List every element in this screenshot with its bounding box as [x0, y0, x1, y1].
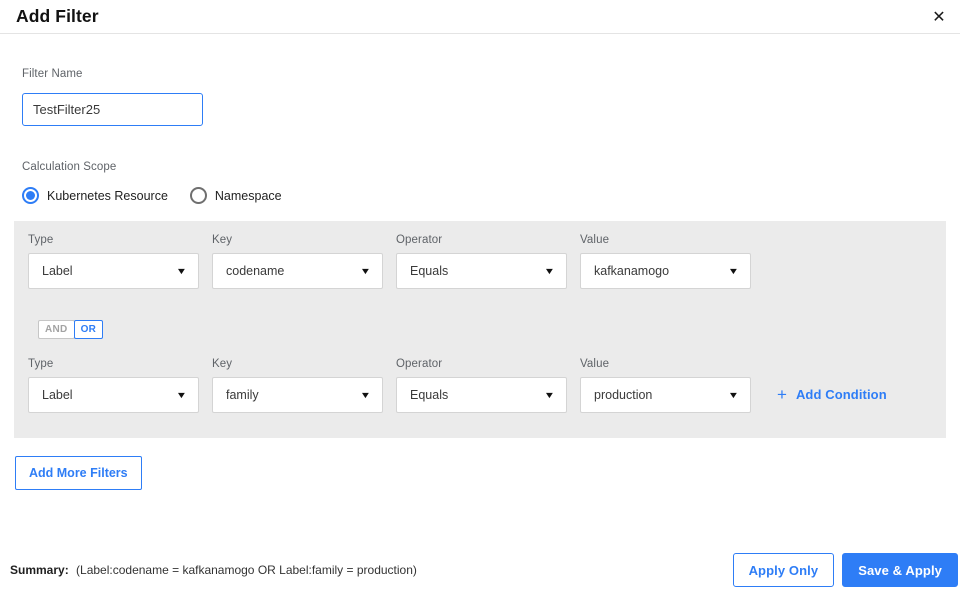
calculation-scope-section: Calculation Scope Kubernetes Resource Na…	[22, 157, 960, 204]
logic-and-button[interactable]: AND	[38, 320, 75, 339]
radio-namespace[interactable]: Namespace	[189, 187, 282, 204]
value-select-row2[interactable]: production ▼	[580, 377, 751, 413]
operator-label: Operator	[396, 358, 443, 370]
save-and-apply-button[interactable]: Save & Apply	[842, 553, 958, 587]
conditions-panel: Type Label ▼ Key codename ▼ Operator Equ…	[14, 221, 946, 438]
add-condition-button[interactable]: + Add Condition	[777, 386, 887, 403]
select-value: Label	[42, 264, 73, 278]
close-button[interactable]: ✕	[926, 4, 952, 30]
condition-field-type: Type Label ▼	[28, 354, 199, 413]
condition-field-type: Type Label ▼	[28, 230, 199, 289]
radio-label: Namespace	[214, 188, 282, 203]
radio-selected-icon	[22, 187, 39, 204]
select-value: Equals	[410, 388, 449, 402]
condition-row-1: Type Label ▼ Key codename ▼ Operator Equ…	[28, 230, 932, 289]
key-label: Key	[212, 234, 233, 246]
value-label: Value	[580, 234, 610, 246]
calculation-scope-label: Calculation Scope	[22, 161, 117, 173]
logic-or-button[interactable]: OR	[73, 320, 104, 339]
condition-field-operator: Operator Equals ▼	[396, 230, 567, 289]
condition-field-key: Key family ▼	[212, 354, 383, 413]
radio-label: Kubernetes Resource	[47, 188, 168, 203]
condition-field-key: Key codename ▼	[212, 230, 383, 289]
chevron-down-icon: ▼	[175, 266, 188, 276]
key-select-row1[interactable]: codename ▼	[212, 253, 383, 289]
apply-only-button[interactable]: Apply Only	[732, 553, 835, 587]
chevron-down-icon: ▼	[359, 390, 372, 400]
radio-kubernetes-resource[interactable]: Kubernetes Resource	[22, 187, 168, 204]
close-icon: ✕	[932, 9, 946, 26]
add-more-filters-button[interactable]: Add More Filters	[15, 456, 142, 490]
summary-label: Summary:	[10, 563, 69, 577]
value-label: Value	[580, 358, 610, 370]
type-label: Type	[28, 358, 54, 370]
condition-field-value: Value kafkanamogo ▼	[580, 230, 751, 289]
dialog-header: Add Filter ✕	[0, 0, 960, 34]
select-value: production	[594, 388, 653, 402]
type-select-row2[interactable]: Label ▼	[28, 377, 199, 413]
dialog-footer: Summary: (Label:codename = kafkanamogo O…	[0, 553, 960, 595]
summary: Summary: (Label:codename = kafkanamogo O…	[10, 563, 417, 577]
filter-name-input[interactable]	[22, 93, 203, 126]
key-select-row2[interactable]: family ▼	[212, 377, 383, 413]
chevron-down-icon: ▼	[175, 390, 188, 400]
chevron-down-icon: ▼	[359, 266, 372, 276]
value-select-row1[interactable]: kafkanamogo ▼	[580, 253, 751, 289]
select-value: Label	[42, 388, 73, 402]
filter-name-section: Filter Name	[22, 64, 960, 126]
select-value: codename	[226, 264, 285, 278]
radio-unselected-icon	[189, 187, 207, 204]
calculation-scope-options: Kubernetes Resource Namespace	[22, 187, 960, 204]
filter-name-label: Filter Name	[22, 68, 83, 80]
chevron-down-icon: ▼	[727, 266, 740, 276]
chevron-down-icon: ▼	[543, 266, 556, 276]
operator-label: Operator	[396, 234, 443, 246]
select-value: family	[226, 388, 259, 402]
summary-text: (Label:codename = kafkanamogo OR Label:f…	[76, 563, 417, 577]
condition-field-value: Value production ▼	[580, 354, 751, 413]
logic-toggle: AND OR	[38, 320, 932, 339]
operator-select-row1[interactable]: Equals ▼	[396, 253, 567, 289]
operator-select-row2[interactable]: Equals ▼	[396, 377, 567, 413]
chevron-down-icon: ▼	[727, 390, 740, 400]
condition-row-2: Type Label ▼ Key family ▼ Operator Equal…	[28, 354, 932, 413]
add-condition-label: Add Condition	[795, 387, 887, 402]
footer-buttons: Apply Only Save & Apply	[732, 553, 958, 587]
chevron-down-icon: ▼	[543, 390, 556, 400]
condition-field-operator: Operator Equals ▼	[396, 354, 567, 413]
type-label: Type	[28, 234, 54, 246]
plus-icon: +	[777, 385, 787, 404]
page-title: Add Filter	[16, 6, 99, 26]
select-value: kafkanamogo	[594, 264, 670, 278]
select-value: Equals	[410, 264, 449, 278]
key-label: Key	[212, 358, 233, 370]
type-select-row1[interactable]: Label ▼	[28, 253, 199, 289]
radio-dot	[26, 191, 35, 200]
